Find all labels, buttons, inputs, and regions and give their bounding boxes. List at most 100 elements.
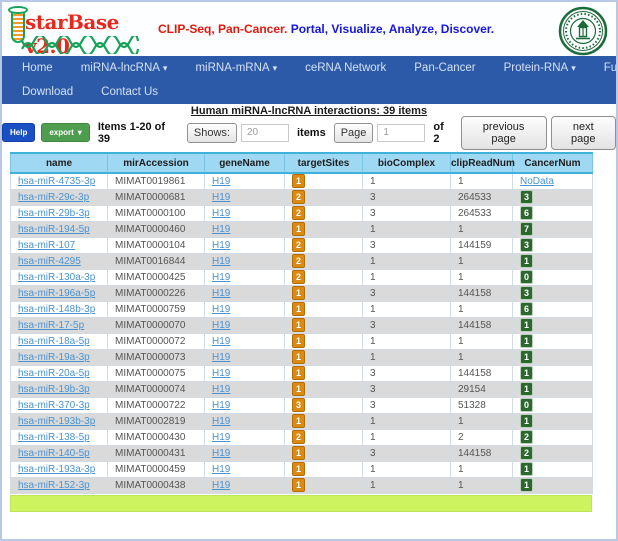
gene-name-link[interactable]: H19 [212,256,230,267]
target-sites-badge[interactable]: 2 [292,206,305,220]
shows-button[interactable]: Shows: [187,123,237,143]
cancer-num-badge[interactable]: 3 [520,238,533,252]
target-sites-badge[interactable]: 2 [292,190,305,204]
mirna-name-link[interactable]: hsa-miR-196a-5p [18,288,95,299]
mirna-name-link[interactable]: hsa-miR-107 [18,240,75,251]
cancer-num-badge[interactable]: 6 [520,302,533,316]
nav-item-mirna-lncrna[interactable]: miRNA-lncRNA▾ [67,62,182,74]
mirna-name-link[interactable]: hsa-miR-193a-3p [18,464,95,475]
target-sites-badge[interactable]: 1 [292,462,305,476]
help-button[interactable]: Help [2,123,35,142]
gene-name-link[interactable]: H19 [212,224,230,235]
nav-item-function-prediction[interactable]: Function Prediction▾ [590,62,618,74]
gene-name-link[interactable]: H19 [212,336,230,347]
gene-name-link[interactable]: H19 [212,384,230,395]
cancer-num-badge[interactable]: 1 [520,366,533,380]
gene-name-link[interactable]: H19 [212,432,230,443]
mirna-name-link[interactable]: hsa-miR-130a-3p [18,272,95,283]
cancer-num-badge[interactable]: 1 [520,462,533,476]
nav-item-contact-us[interactable]: Contact Us [87,86,172,98]
mirna-name-link[interactable]: hsa-miR-19b-3p [18,384,90,395]
target-sites-badge[interactable]: 1 [292,366,305,380]
page-number-input[interactable] [377,124,425,142]
target-sites-badge[interactable]: 2 [292,254,305,268]
nav-item-pan-cancer[interactable]: Pan-Cancer [400,62,489,74]
target-sites-badge[interactable]: 1 [292,302,305,316]
column-header-miraccession[interactable]: mirAccession [108,153,205,173]
gene-name-link[interactable]: H19 [212,288,230,299]
target-sites-badge[interactable]: 1 [292,350,305,364]
mirna-name-link[interactable]: hsa-miR-370-3p [18,400,90,411]
cancer-num-badge[interactable]: 7 [520,222,533,236]
cancer-num-badge[interactable]: 0 [520,398,533,412]
column-header-name[interactable]: name [11,153,108,173]
cancer-num-badge[interactable]: 1 [520,254,533,268]
gene-name-link[interactable]: H19 [212,448,230,459]
target-sites-badge[interactable]: 1 [292,478,305,492]
page-button[interactable]: Page [334,123,374,143]
gene-name-link[interactable]: H19 [212,304,230,315]
cancer-num-badge[interactable]: 1 [520,382,533,396]
gene-name-link[interactable]: H19 [212,352,230,363]
target-sites-badge[interactable]: 1 [292,174,305,188]
gene-name-link[interactable]: H19 [212,320,230,331]
gene-name-link[interactable]: H19 [212,176,230,187]
mirna-name-link[interactable]: hsa-miR-29c-3p [18,192,89,203]
cancer-num-badge[interactable]: 1 [520,478,533,492]
target-sites-badge[interactable]: 1 [292,286,305,300]
mirna-name-link[interactable]: hsa-miR-4295 [18,256,81,267]
mirna-name-link[interactable]: hsa-miR-193b-3p [18,416,95,427]
target-sites-badge[interactable]: 1 [292,414,305,428]
cancer-num-badge[interactable]: 3 [520,190,533,204]
gene-name-link[interactable]: H19 [212,464,230,475]
cancer-num-badge[interactable]: 2 [520,430,533,444]
export-button[interactable]: export▾ [41,123,89,142]
mirna-name-link[interactable]: hsa-miR-194-5p [18,224,90,235]
cancer-num-badge[interactable]: 2 [520,446,533,460]
next-page-button[interactable]: next page [551,116,616,150]
column-header-biocomplex[interactable]: bioComplex [363,153,451,173]
nav-item-protein-rna[interactable]: Protein-RNA▾ [490,62,590,74]
nav-item-home[interactable]: Home [8,62,67,74]
mirna-name-link[interactable]: hsa-miR-29b-3p [18,208,90,219]
gene-name-link[interactable]: H19 [212,272,230,283]
column-header-targetsites[interactable]: targetSites [285,153,363,173]
mirna-name-link[interactable]: hsa-miR-140-5p [18,448,90,459]
target-sites-badge[interactable]: 1 [292,318,305,332]
gene-name-link[interactable]: H19 [212,416,230,427]
mirna-name-link[interactable]: hsa-miR-138-5p [18,432,90,443]
cancer-num-badge[interactable]: 0 [520,270,533,284]
gene-name-link[interactable]: H19 [212,368,230,379]
mirna-name-link[interactable]: hsa-miR-19a-3p [18,352,90,363]
target-sites-badge[interactable]: 2 [292,430,305,444]
target-sites-badge[interactable]: 3 [292,398,305,412]
target-sites-badge[interactable]: 1 [292,446,305,460]
cancer-num-badge[interactable]: 1 [520,350,533,364]
target-sites-badge[interactable]: 1 [292,382,305,396]
target-sites-badge[interactable]: 1 [292,334,305,348]
cancer-num-link[interactable]: NoData [520,176,554,187]
column-header-genename[interactable]: geneName [205,153,285,173]
mirna-name-link[interactable]: hsa-miR-20a-5p [18,368,90,379]
gene-name-link[interactable]: H19 [212,192,230,203]
column-header-clipreadnum[interactable]: clipReadNum [451,153,513,173]
cancer-num-badge[interactable]: 3 [520,286,533,300]
mirna-name-link[interactable]: hsa-miR-148b-3p [18,304,95,315]
gene-name-link[interactable]: H19 [212,240,230,251]
cancer-num-badge[interactable]: 1 [520,414,533,428]
nav-item-mirna-mrna[interactable]: miRNA-mRNA▾ [181,62,291,74]
mirna-name-link[interactable]: hsa-miR-18a-5p [18,336,90,347]
cancer-num-badge[interactable]: 1 [520,318,533,332]
mirna-name-link[interactable]: hsa-miR-152-3p [18,480,90,491]
target-sites-badge[interactable]: 2 [292,270,305,284]
page-size-input[interactable] [241,124,289,142]
mirna-name-link[interactable]: hsa-miR-4735-3p [18,176,95,187]
gene-name-link[interactable]: H19 [212,208,230,219]
nav-item-download[interactable]: Download [8,86,87,98]
cancer-num-badge[interactable]: 1 [520,334,533,348]
cancer-num-badge[interactable]: 6 [520,206,533,220]
gene-name-link[interactable]: H19 [212,400,230,411]
previous-page-button[interactable]: previous page [461,116,547,150]
gene-name-link[interactable]: H19 [212,480,230,491]
target-sites-badge[interactable]: 1 [292,222,305,236]
